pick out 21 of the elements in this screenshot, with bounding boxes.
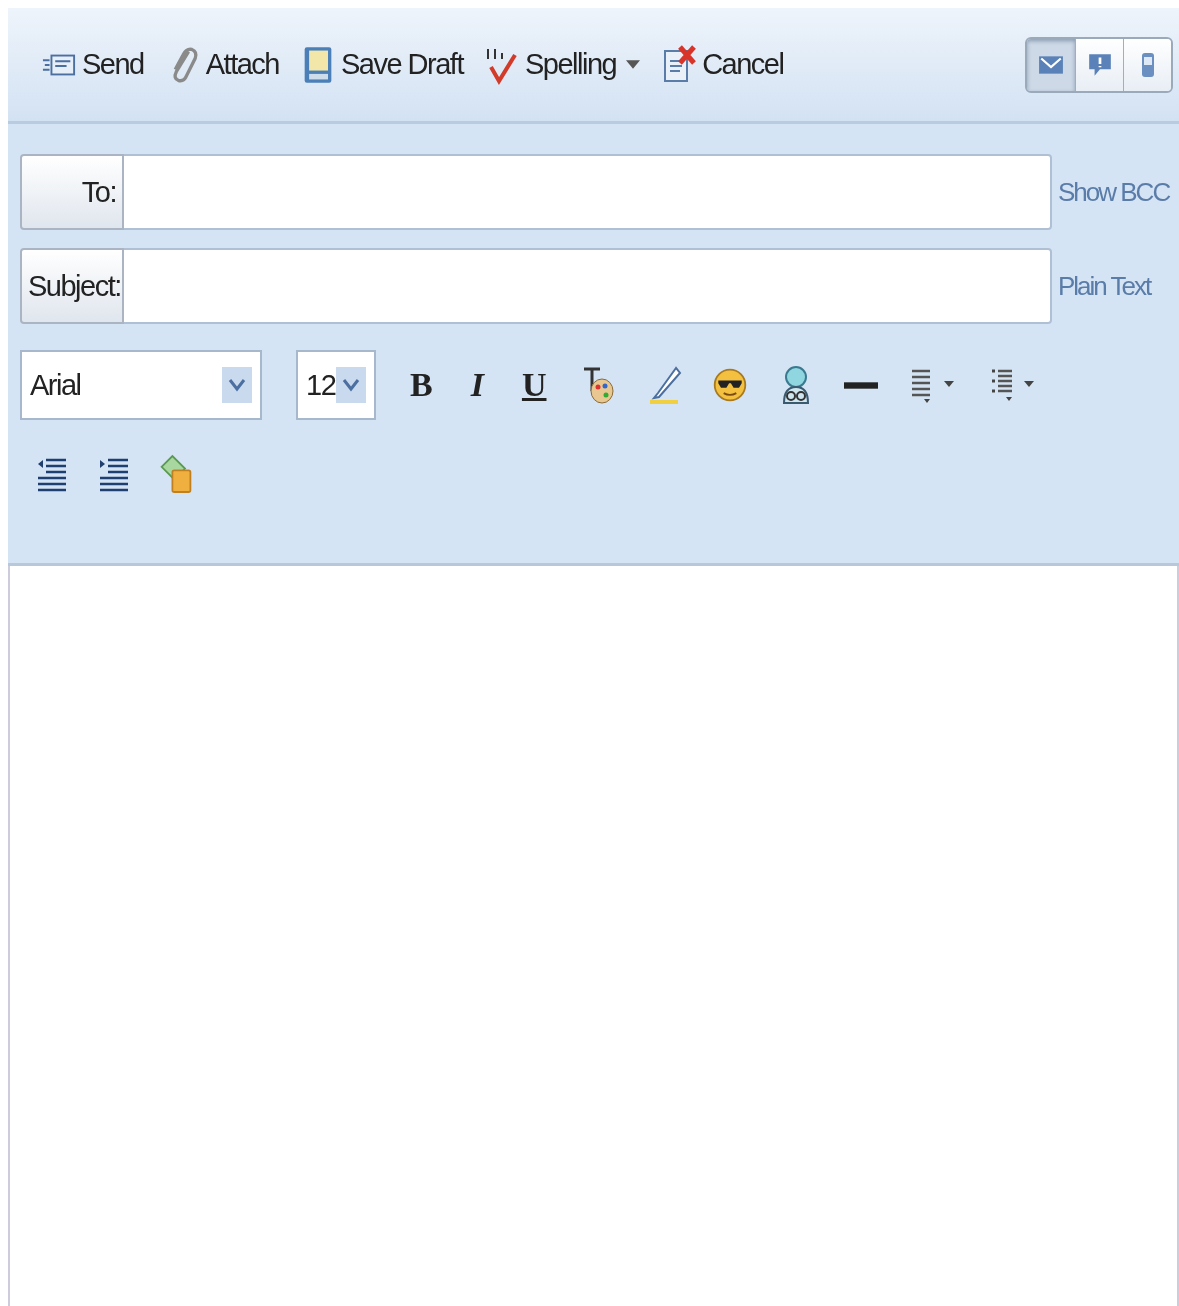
view-button[interactable] xyxy=(1123,38,1171,91)
format-button[interactable]: I xyxy=(466,366,488,404)
text-field[interactable] xyxy=(124,248,1052,324)
dropdown-icon xyxy=(222,367,252,403)
view-button[interactable] xyxy=(1027,38,1075,91)
toolbar-button[interactable]: Save Draft xyxy=(296,40,467,89)
toolbar-button[interactable]: Cancel xyxy=(658,40,788,89)
text-field[interactable] xyxy=(124,154,1052,230)
dropdown-icon xyxy=(336,367,366,403)
field-label-button[interactable]: To: xyxy=(20,154,124,230)
format-button[interactable]: U xyxy=(517,366,551,404)
format-button[interactable]: B xyxy=(406,366,437,404)
view-button[interactable] xyxy=(1075,38,1123,91)
size-select[interactable]: 12 xyxy=(296,350,376,420)
field-label-button[interactable]: Subject: xyxy=(20,248,124,324)
pictures-icon xyxy=(158,454,194,494)
document-cross-icon xyxy=(662,44,697,85)
toolbar-button[interactable]: Send xyxy=(38,40,148,89)
font-select[interactable]: Arial xyxy=(20,350,262,420)
toolbar-button[interactable]: Attach xyxy=(161,40,283,89)
toolbar-button[interactable]: Spelling xyxy=(480,40,645,89)
